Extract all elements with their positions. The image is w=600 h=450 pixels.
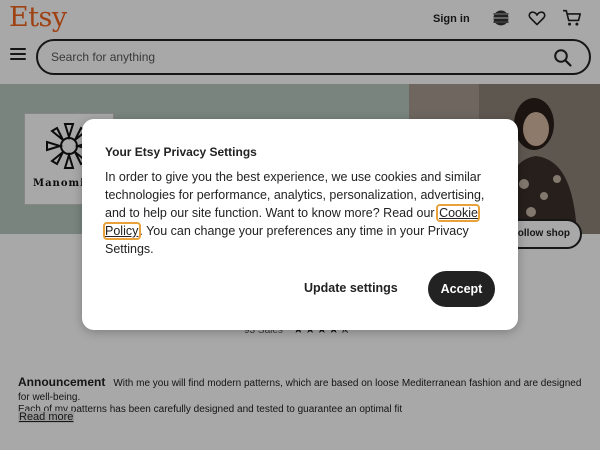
dialog-body: In order to give you the best experience… bbox=[103, 168, 505, 258]
update-settings-button[interactable]: Update settings bbox=[304, 281, 398, 295]
dialog-title: Your Etsy Privacy Settings bbox=[105, 145, 257, 159]
dialog-body-text: In order to give you the best experience… bbox=[105, 170, 485, 220]
accept-button[interactable]: Accept bbox=[428, 271, 495, 307]
privacy-settings-dialog: Your Etsy Privacy Settings In order to g… bbox=[82, 119, 518, 330]
dialog-body-text-end: . You can change your preferences any ti… bbox=[105, 224, 469, 256]
